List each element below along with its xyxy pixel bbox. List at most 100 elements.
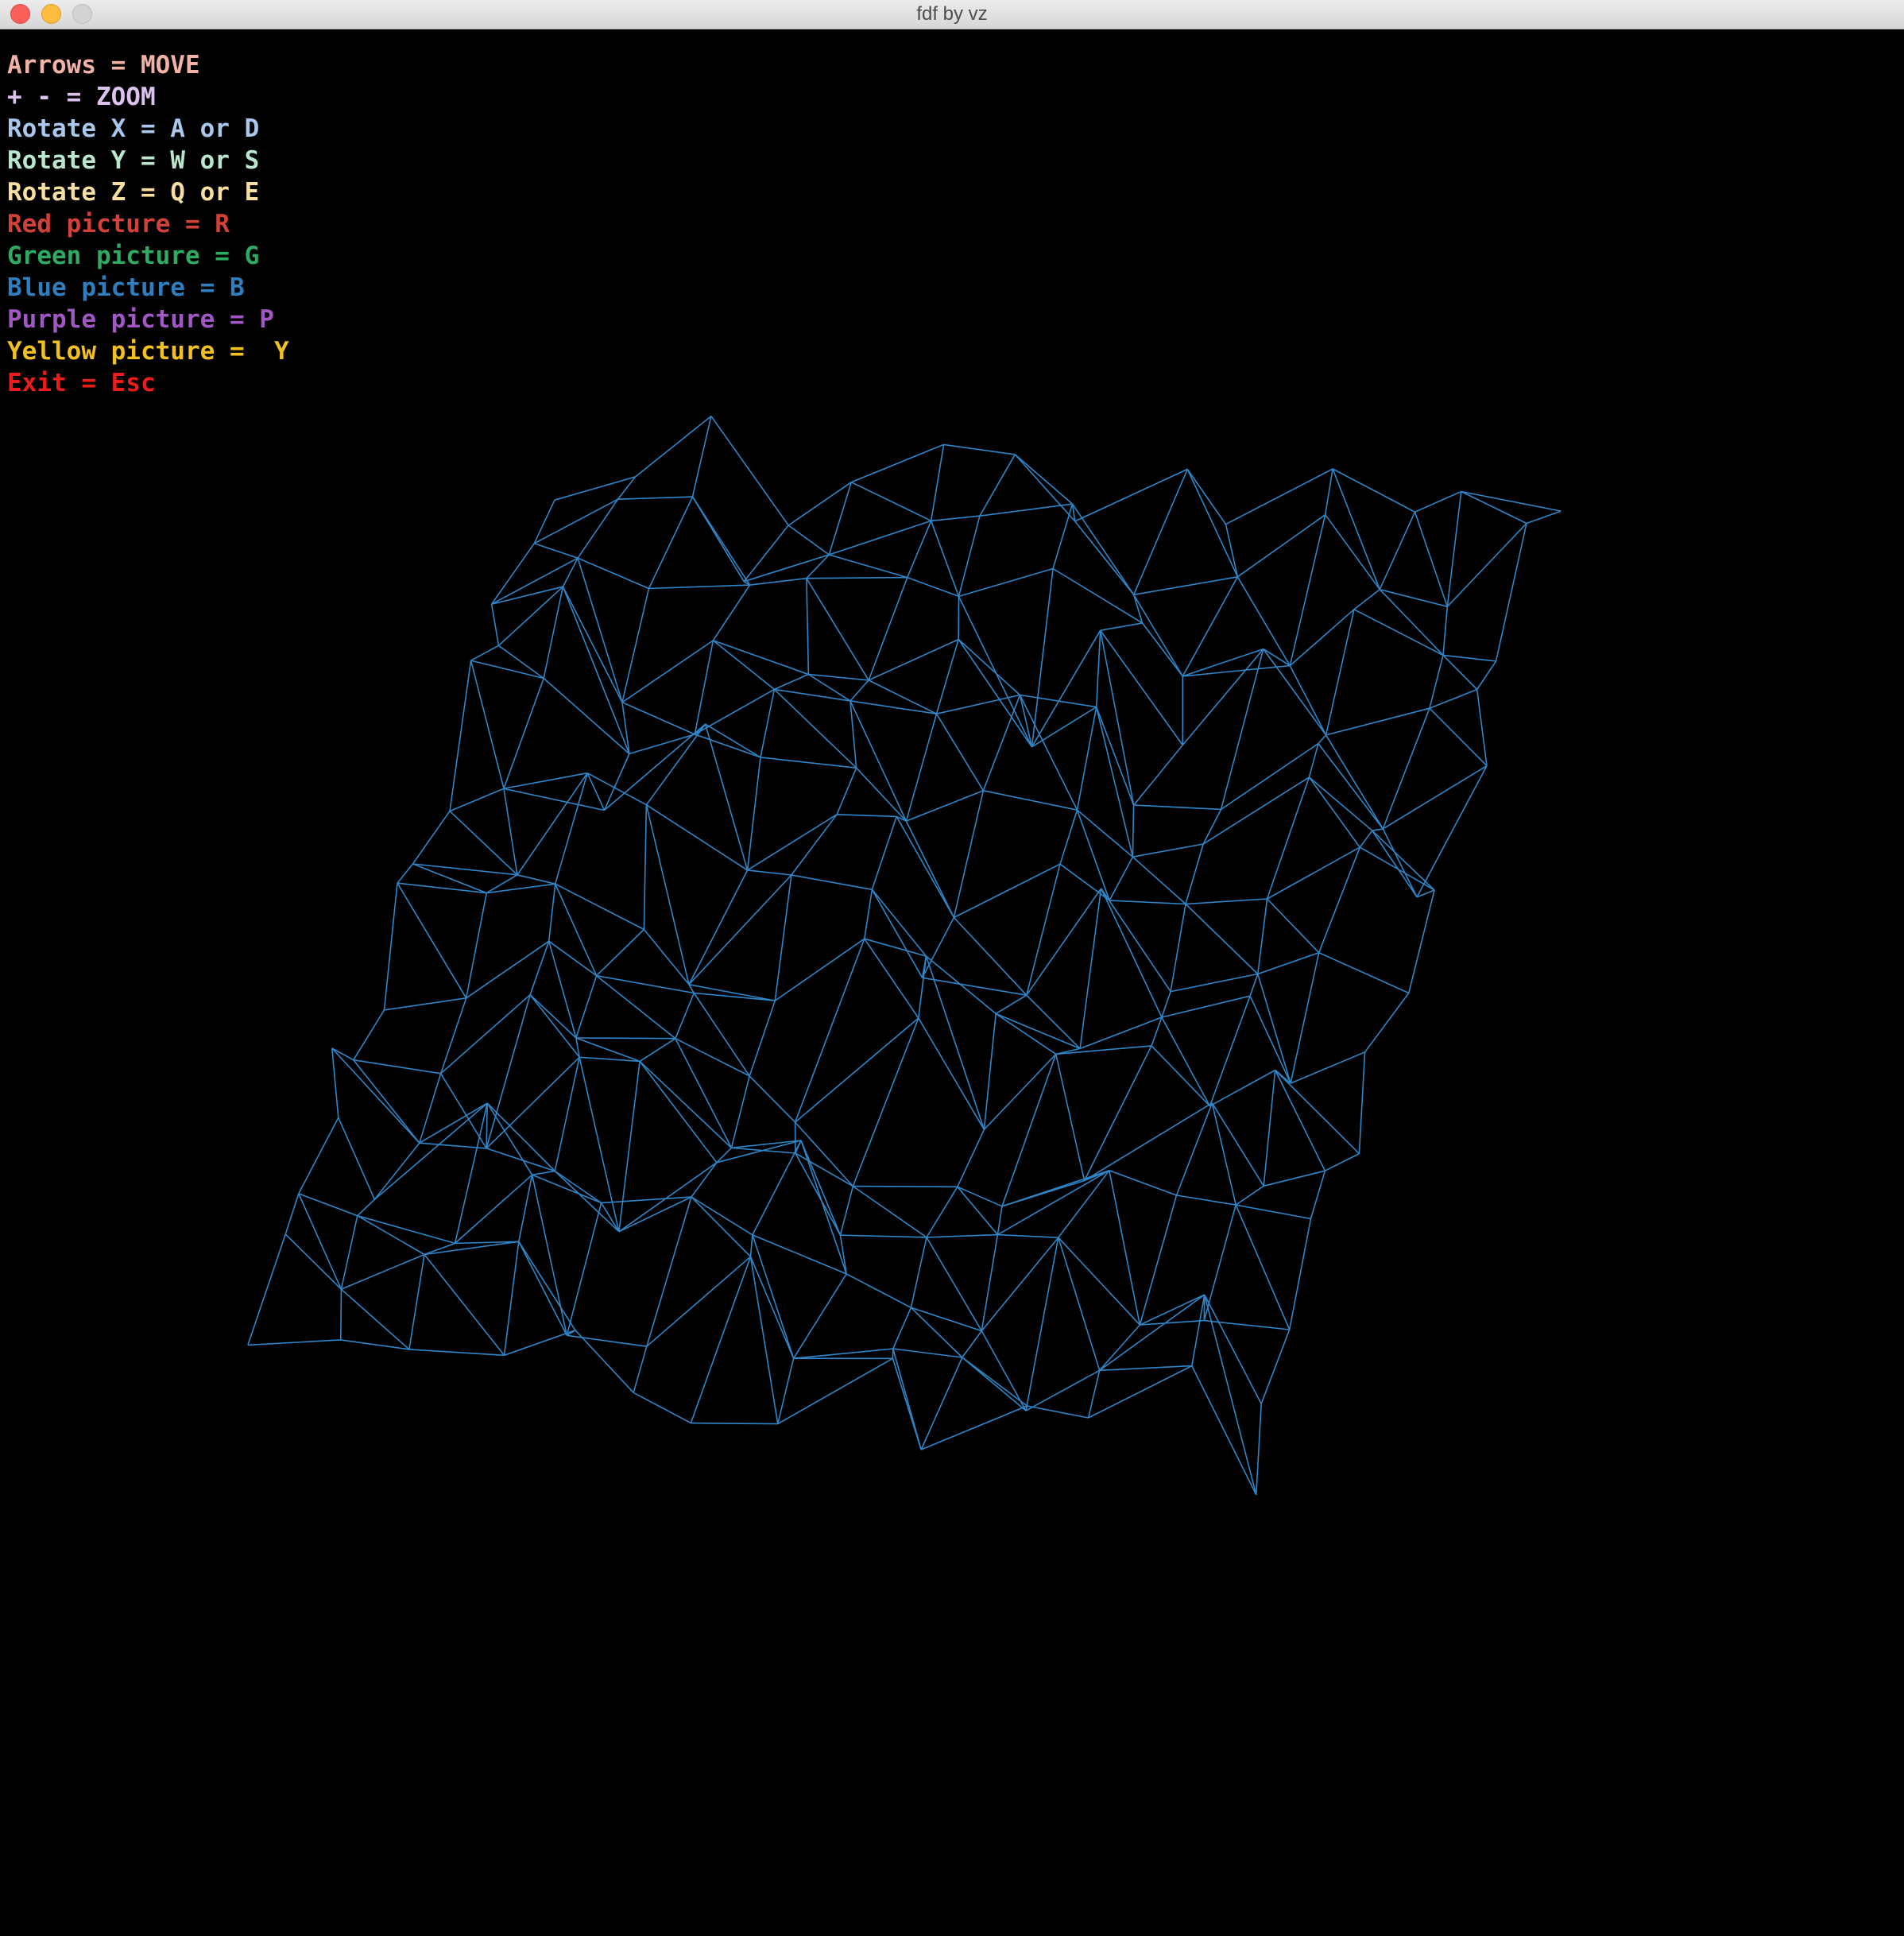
mesh-edge [906,790,984,822]
mesh-edge [575,975,598,1039]
mesh-edge [1325,514,1380,590]
mesh-edge [777,1357,893,1425]
mesh-edge [618,1162,718,1233]
mesh-edge [907,520,932,578]
mesh-edge [533,498,618,544]
mesh-edge [1031,568,1054,747]
mesh-edge [633,1392,691,1424]
mesh-edge [486,1102,533,1175]
mesh-edge [953,790,985,918]
mesh-edge [1225,524,1239,577]
mesh-edge [1059,863,1110,901]
mesh-edge [424,1241,519,1256]
mesh-edge [357,1198,375,1217]
mesh-edge [1288,1218,1312,1330]
mesh-edge [943,443,1016,455]
mesh-edge [791,874,873,891]
mesh-edge [1099,1294,1205,1371]
mesh-edge [846,1273,911,1309]
mesh-edge [1476,689,1488,766]
mesh-edge [691,1196,752,1257]
mesh-edge [688,874,792,985]
mesh-edge [449,660,472,811]
title-bar[interactable]: fdf by vz [0,0,1904,29]
mesh-edge [806,578,810,675]
mesh-edge [554,1057,580,1171]
mesh-edge [907,576,959,598]
mesh-edge [618,1196,692,1233]
mesh-edge [575,1330,634,1393]
mesh-edge [675,1038,733,1148]
mesh-edge [918,1017,985,1130]
mesh-edge [596,928,644,977]
mesh-edge [1109,1169,1177,1196]
mesh-edge [839,1186,854,1236]
mesh-edge [752,1234,795,1359]
mesh-edge [710,416,789,526]
mesh-edge [340,1289,342,1340]
mesh-edge [639,1060,718,1164]
mesh-edge [1170,973,1258,993]
mesh-edge [617,476,637,500]
mesh-edge [1236,1204,1311,1220]
mesh-edge [1133,594,1183,677]
mesh-edge [1257,974,1291,1084]
mesh-edge [1031,629,1101,748]
mesh-edge [1256,1404,1262,1495]
mesh-edge [675,1037,750,1077]
mesh-edge [925,955,997,1015]
mesh-edge [896,816,955,918]
mesh-edge [788,525,830,556]
mesh-edge [470,645,499,661]
mesh-edge [688,869,749,985]
mesh-edge [1209,1069,1276,1107]
mesh-edge [1358,1051,1366,1154]
mesh-edge [357,1214,455,1245]
mesh-edge [926,1186,958,1238]
mesh-edge [1087,1370,1101,1419]
mesh-edge [1225,468,1333,525]
mesh-edge [1026,864,1061,996]
mesh-edge [603,753,630,811]
mesh-edge [840,1234,927,1238]
mesh-edge [419,1142,487,1149]
help-blue: Blue picture = B [7,273,245,302]
mesh-edge [1020,694,1097,708]
mesh-edge [793,1348,893,1359]
mesh-edge [905,713,938,822]
mesh-edge [503,788,518,875]
mesh-edge [806,578,869,681]
mesh-edge [466,940,550,999]
mesh-edge [837,814,897,818]
mesh-edge [397,882,467,999]
mesh-edge [995,1013,1057,1055]
mesh-edge [486,1103,488,1148]
mesh-edge [981,1330,1027,1411]
mesh-edge [749,1075,796,1123]
mesh-edge [760,689,776,758]
mesh-edge [852,1185,927,1238]
mesh-edge [1442,654,1496,662]
mesh-edge [1140,1294,1205,1326]
mesh-edge [1235,1185,1264,1206]
mesh-edge [1364,993,1410,1053]
mesh-edge [1079,888,1102,1049]
mesh-edge [749,1256,795,1359]
mesh-edge [383,883,398,1010]
mesh-edge [1379,589,1444,656]
mesh-edge [1353,609,1444,656]
help-green: Green picture = G [7,242,260,270]
mesh-edge [566,1202,602,1336]
mesh-edge [639,1060,732,1148]
mesh-edge [1139,1195,1178,1326]
mesh-edge [577,498,619,559]
mesh-edge [1290,952,1320,1084]
mesh-edge [871,889,923,978]
mesh-edge [688,984,776,1001]
mesh-edge [518,1241,576,1331]
mesh-edge [562,586,630,754]
mesh-edge [1182,576,1239,677]
mesh-edge [693,993,750,1077]
mesh-edge [828,482,853,556]
mesh-edge [1318,846,1361,953]
